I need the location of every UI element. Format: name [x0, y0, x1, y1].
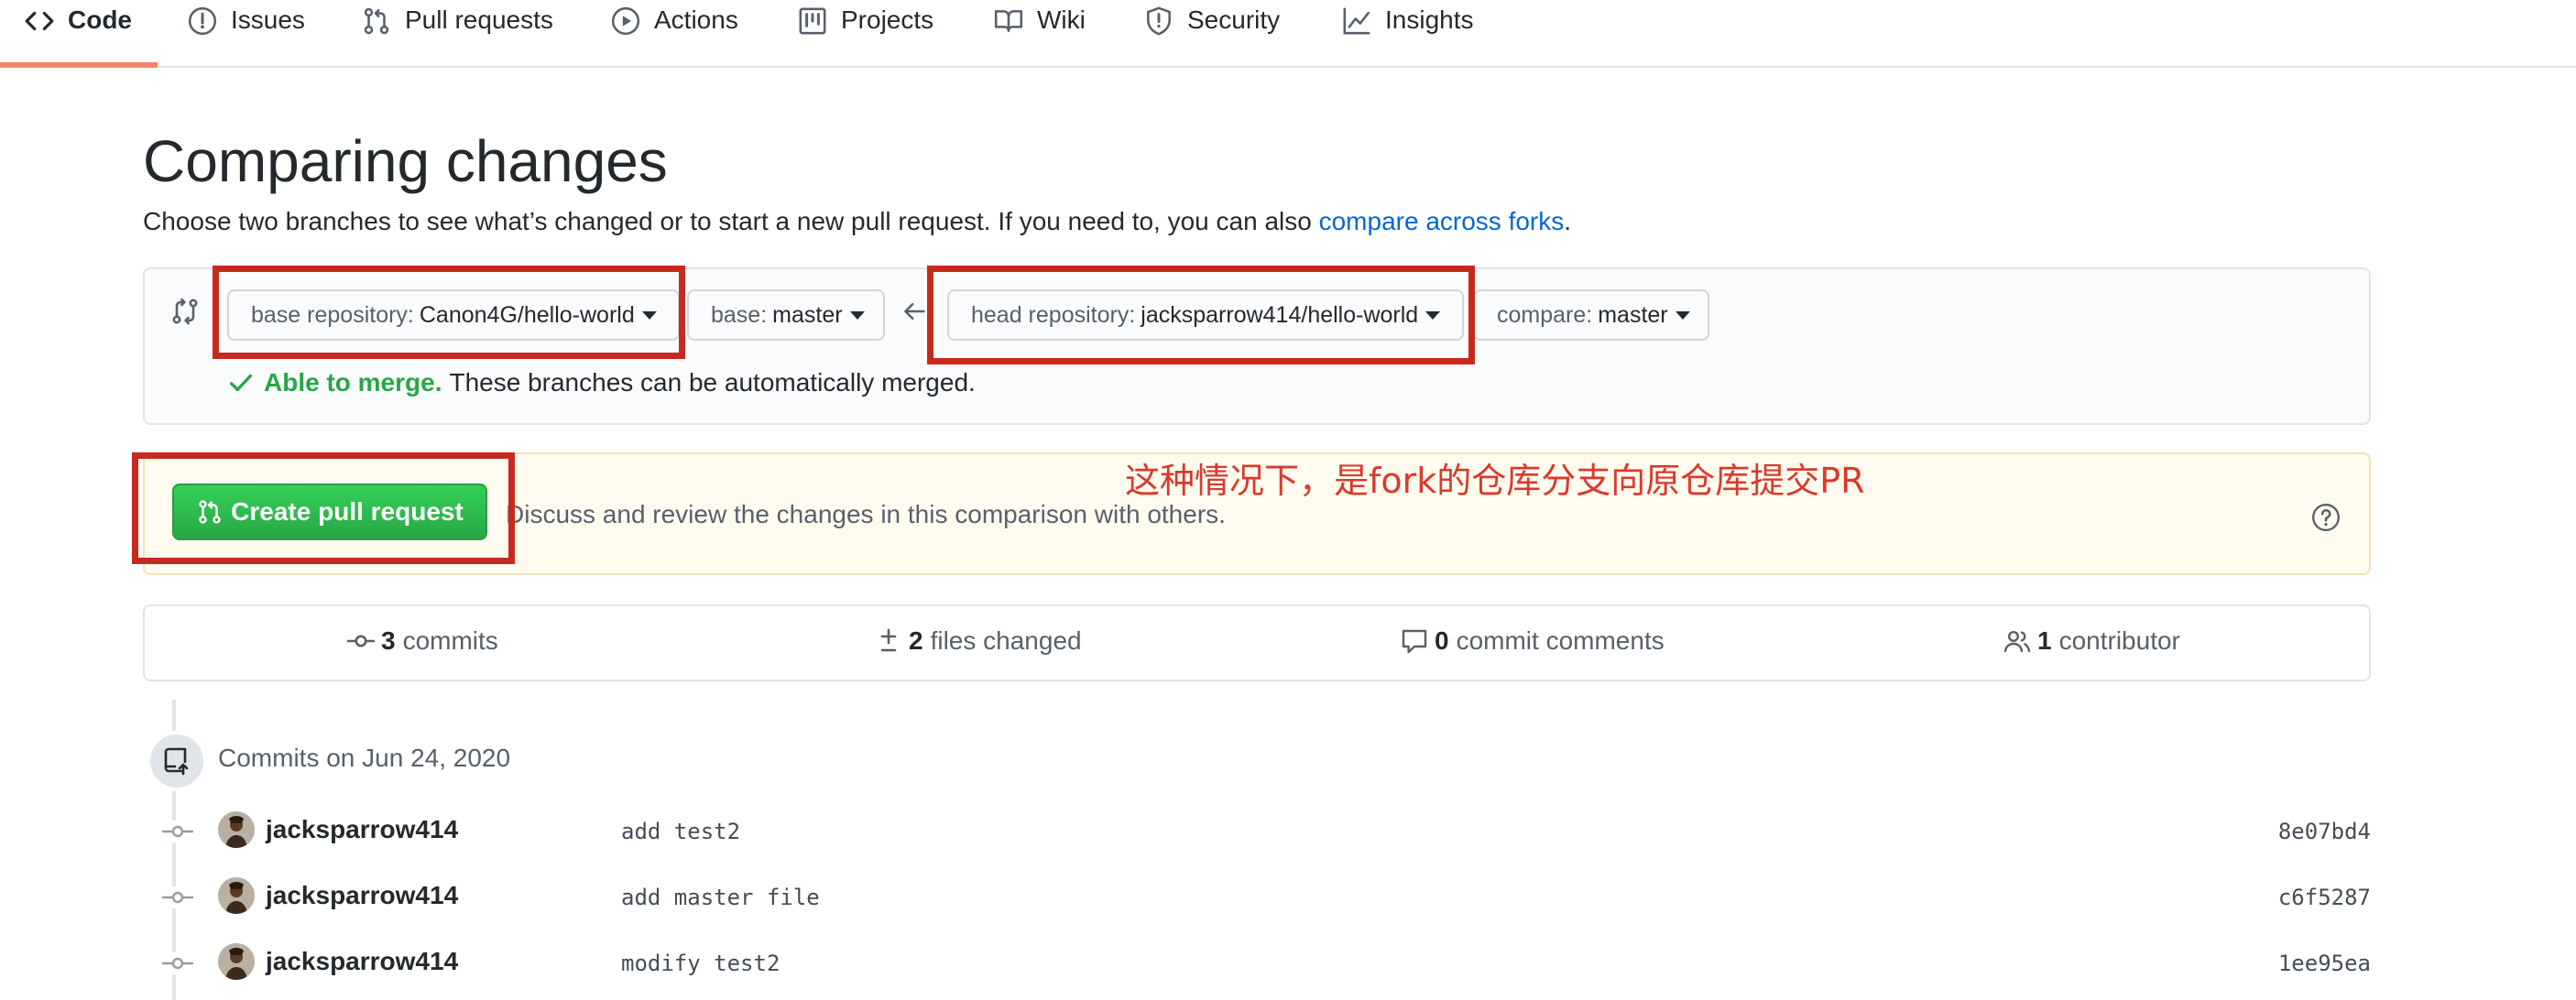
git-commit-icon	[159, 821, 196, 842]
tab-projects-label: Projects	[841, 5, 934, 34]
compare-branch-select[interactable]: compare: master	[1473, 289, 1709, 341]
git-commit-icon	[346, 635, 376, 647]
stat-commit-comments[interactable]: 0 commit comments	[1400, 626, 1665, 656]
play-icon	[611, 6, 640, 36]
tab-projects[interactable]: Projects	[797, 0, 933, 66]
shield-icon	[1147, 6, 1171, 36]
tab-security-label: Security	[1187, 5, 1281, 34]
diff-icon	[880, 628, 897, 652]
commit-message[interactable]: add master file	[621, 885, 820, 910]
avatar[interactable]	[218, 943, 255, 980]
tab-issues[interactable]: Issues	[187, 0, 305, 66]
base-branch-select[interactable]: base: master	[687, 289, 885, 341]
git-pull-request-icon	[364, 7, 389, 35]
git-pull-request-icon	[199, 500, 221, 524]
check-icon	[230, 374, 252, 392]
code-icon	[25, 11, 54, 31]
base-repository-label: base repository:	[251, 301, 414, 328]
stat-files-changed[interactable]: 2 files changed	[874, 626, 1082, 656]
commit-message[interactable]: add test2	[621, 819, 740, 844]
stat-comments-label: commit comments	[1456, 626, 1665, 655]
arrow-left-icon	[904, 302, 925, 321]
merge-status: Able to merge. These branches can be aut…	[227, 368, 976, 397]
subtitle-end: .	[1564, 207, 1572, 235]
commit-message[interactable]: modify test2	[621, 951, 780, 976]
tab-code[interactable]: Code	[24, 0, 132, 66]
tab-pull-requests[interactable]: Pull requests	[361, 0, 553, 66]
git-commit-icon	[159, 886, 196, 908]
compare-across-forks-link[interactable]: compare across forks	[1319, 207, 1565, 235]
caret-down-icon	[641, 310, 657, 320]
compare-branch-label: compare:	[1497, 301, 1593, 328]
compare-icon	[172, 298, 198, 325]
avatar[interactable]	[218, 877, 255, 914]
tab-pull-requests-label: Pull requests	[405, 5, 553, 34]
stat-files-count: 2	[909, 626, 923, 655]
merge-status-text: These branches can be automatically merg…	[449, 368, 976, 397]
git-commit-icon	[159, 952, 196, 974]
create-pr-hint: Discuss and review the changes in this c…	[506, 500, 1226, 528]
head-repository-value: jacksparrow414/hello-world	[1141, 301, 1419, 328]
comment-icon	[1402, 629, 1427, 654]
stat-contributors[interactable]: 1 contributor	[2003, 626, 2180, 656]
base-repository-value: Canon4G/hello-world	[419, 301, 635, 328]
base-branch-label: base:	[711, 301, 768, 328]
commit-sha[interactable]: 8e07bd4	[2278, 819, 2371, 844]
people-icon	[2003, 630, 2031, 653]
project-icon	[799, 7, 826, 35]
page-title: Comparing changes	[143, 128, 668, 194]
tab-actions-label: Actions	[654, 5, 738, 34]
avatar[interactable]	[218, 811, 255, 848]
tab-code-label: Code	[68, 5, 132, 34]
commit-author[interactable]: jacksparrow414	[266, 947, 458, 976]
commit-row: jacksparrow414 modify test2 1ee95ea	[143, 938, 2371, 989]
graph-icon	[1343, 7, 1370, 35]
subtitle-text: Choose two branches to see what’s change…	[143, 207, 1319, 235]
caret-down-icon	[1675, 310, 1690, 320]
create-pull-request-button[interactable]: Create pull request	[172, 484, 487, 540]
selected-tab-underline	[0, 62, 158, 68]
caret-down-icon	[1425, 310, 1441, 320]
issue-icon	[188, 6, 217, 36]
caret-down-icon	[849, 310, 865, 320]
stat-files-label: files changed	[930, 626, 1082, 655]
commits-group-date: Commits on Jun 24, 2020	[218, 744, 511, 772]
tab-security[interactable]: Security	[1143, 0, 1280, 66]
commit-row: jacksparrow414 add test2 8e07bd4	[143, 806, 2371, 857]
annotation-note: 这种情况下，是fork的仓库分支向原仓库提交PR	[1125, 461, 1865, 501]
stat-commits-label: commits	[402, 626, 498, 655]
commit-author[interactable]: jacksparrow414	[266, 815, 458, 844]
stat-contributors-label: contributor	[2058, 626, 2180, 655]
stat-commits[interactable]: 3 commits	[346, 626, 498, 656]
commits-group-badge	[147, 731, 207, 791]
commit-author[interactable]: jacksparrow414	[266, 881, 458, 910]
tab-wiki[interactable]: Wiki	[993, 0, 1086, 66]
page-subtitle: Choose two branches to see what’s change…	[143, 207, 1571, 236]
tab-insights-label: Insights	[1385, 5, 1474, 34]
commit-sha[interactable]: c6f5287	[2278, 885, 2371, 910]
book-icon	[994, 10, 1023, 32]
commit-sha[interactable]: 1ee95ea	[2278, 951, 2371, 976]
tab-actions[interactable]: Actions	[610, 0, 738, 66]
create-pull-request-label: Create pull request	[231, 497, 464, 526]
base-branch-value: master	[772, 301, 843, 328]
merge-status-ok: Able to merge.	[264, 368, 442, 397]
head-repository-select[interactable]: head repository: jacksparrow414/hello-wo…	[947, 289, 1464, 341]
repo-nav: Code Issues Pull requests Actions Projec…	[0, 0, 2576, 68]
tab-issues-label: Issues	[231, 5, 305, 34]
base-repository-select[interactable]: base repository: Canon4G/hello-world	[227, 289, 680, 341]
repo-push-icon	[164, 747, 189, 776]
stat-comments-count: 0	[1435, 626, 1449, 655]
tab-wiki-label: Wiki	[1037, 5, 1086, 34]
stat-commits-count: 3	[381, 626, 396, 655]
stat-contributors-count: 1	[2037, 626, 2052, 655]
commit-row: jacksparrow414 add master file c6f5287	[143, 872, 2371, 923]
tab-insights[interactable]: Insights	[1341, 0, 1474, 66]
question-icon[interactable]	[2310, 502, 2341, 533]
head-repository-label: head repository:	[971, 301, 1136, 328]
compare-branch-value: master	[1598, 301, 1668, 328]
